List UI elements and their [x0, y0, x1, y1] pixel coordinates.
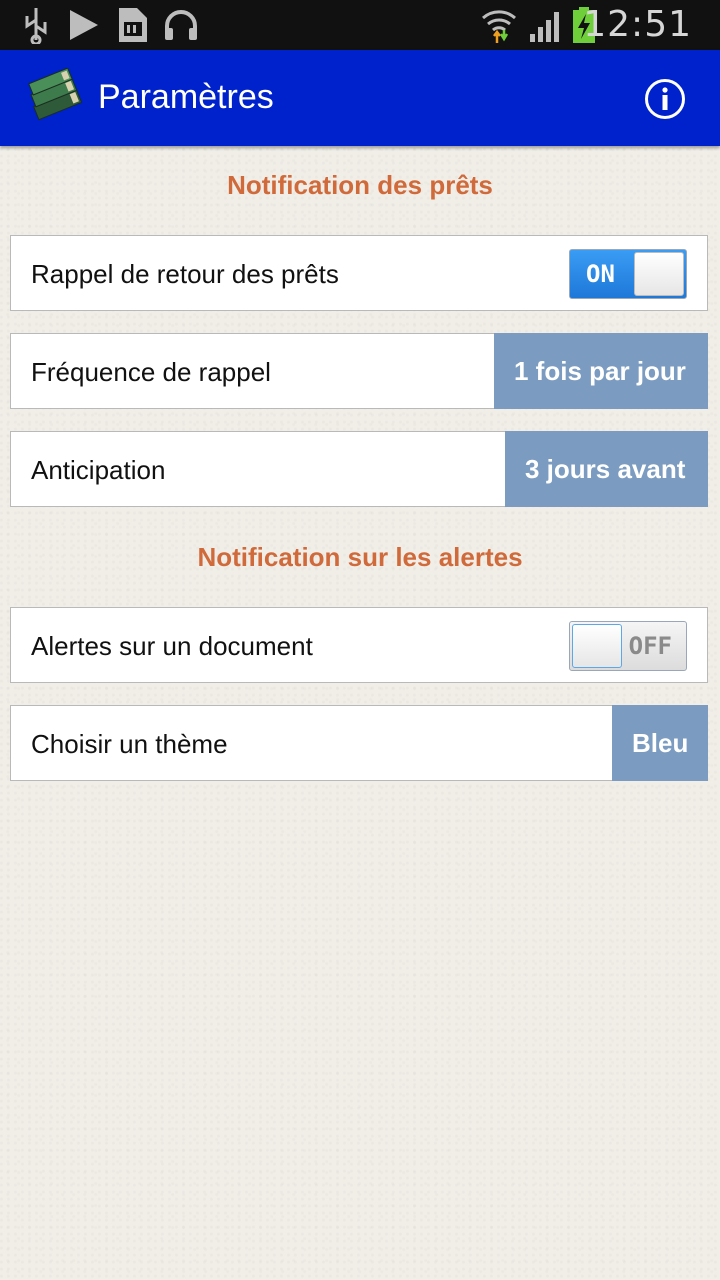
- books-icon: [28, 68, 83, 121]
- toggle-knob: [572, 624, 622, 668]
- toggle-knob: [634, 252, 684, 296]
- wifi-icon: [482, 10, 516, 43]
- status-bar: 12:51: [0, 0, 720, 50]
- toggle-state-label: ON: [586, 260, 615, 288]
- page-title: Paramètres: [98, 78, 274, 116]
- anticipation-value-button[interactable]: 3 jours avant: [505, 431, 708, 507]
- section-title-alerts: Notification sur les alertes: [197, 542, 523, 572]
- setting-label: Choisir un thème: [31, 729, 228, 759]
- theme-value-button[interactable]: Bleu: [612, 705, 708, 781]
- document-alerts-toggle[interactable]: OFF: [569, 621, 687, 671]
- action-bar: Paramètres: [0, 50, 720, 146]
- loan-reminder-toggle[interactable]: ON: [569, 249, 687, 299]
- usb-icon: [25, 8, 47, 44]
- status-time: 12:51: [583, 4, 692, 45]
- setting-label: Anticipation: [31, 455, 166, 485]
- setting-label: Alertes sur un document: [31, 631, 313, 661]
- setting-label: Fréquence de rappel: [31, 357, 271, 387]
- toggle-state-label: OFF: [628, 632, 672, 660]
- setting-theme[interactable]: Choisir un thème Bleu: [10, 705, 708, 781]
- sd-card-icon: [119, 8, 147, 42]
- setting-anticipation[interactable]: Anticipation 3 jours avant: [10, 431, 708, 507]
- setting-reminder-frequency[interactable]: Fréquence de rappel 1 fois par jour: [10, 333, 708, 409]
- setting-document-alerts[interactable]: Alertes sur un document OFF: [10, 607, 708, 683]
- signal-icon: [530, 12, 559, 42]
- section-title-loans: Notification des prêts: [227, 170, 493, 200]
- info-icon[interactable]: [644, 78, 686, 120]
- play-icon: [70, 10, 98, 40]
- headphones-icon: [165, 10, 197, 40]
- setting-label: Rappel de retour des prêts: [31, 259, 339, 289]
- frequency-value-button[interactable]: 1 fois par jour: [494, 333, 708, 409]
- setting-loan-reminder[interactable]: Rappel de retour des prêts ON: [10, 235, 708, 311]
